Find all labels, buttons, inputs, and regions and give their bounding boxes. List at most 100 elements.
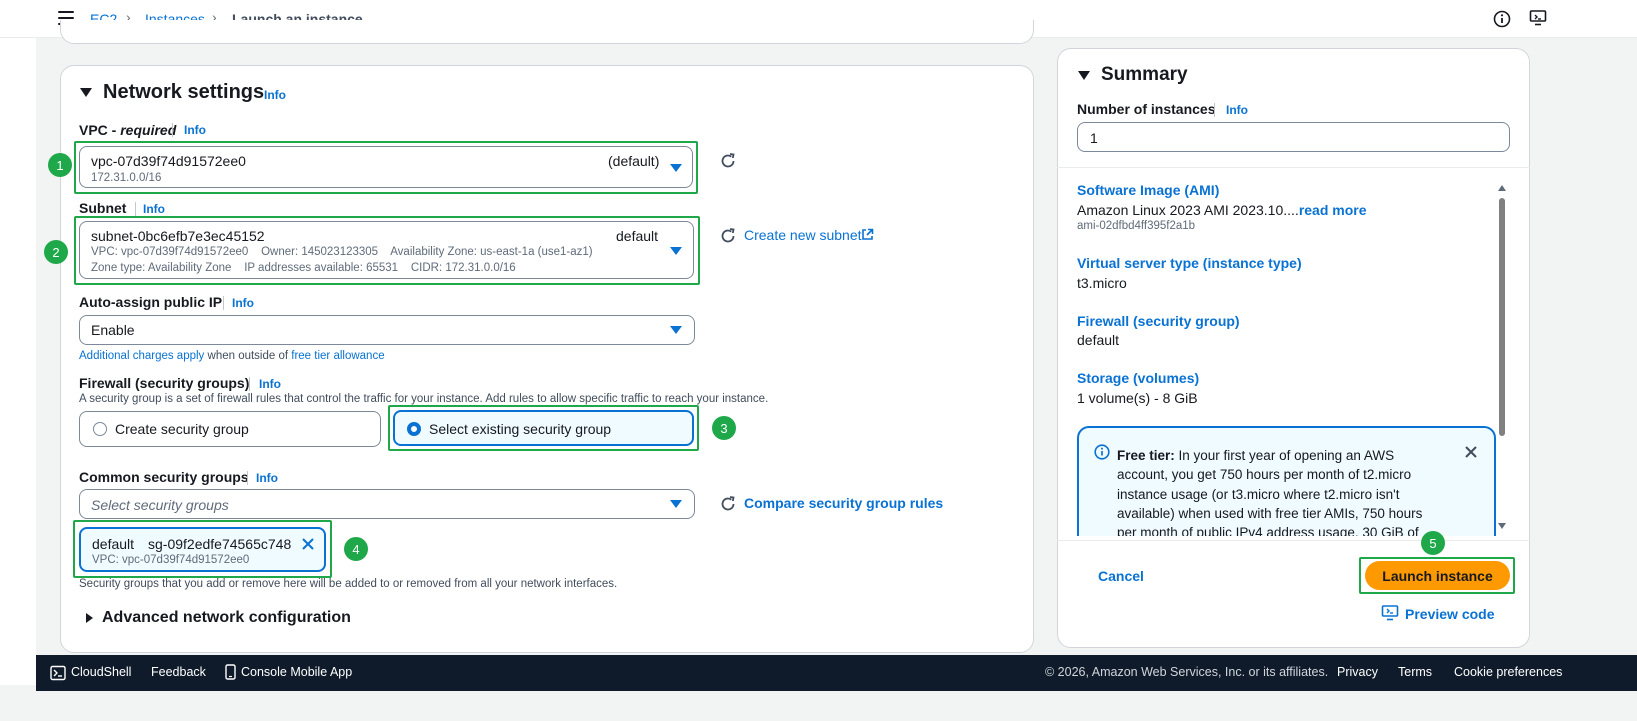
advanced-network-configuration-toggle[interactable]: Advanced network configuration	[102, 609, 351, 627]
step-badge-3: 3	[712, 416, 736, 440]
close-icon[interactable]	[1464, 445, 1478, 459]
select-existing-label: Select existing security group	[429, 421, 612, 437]
radio-button-selected[interactable]	[407, 422, 421, 436]
label-separator	[249, 377, 250, 391]
info-circle-icon[interactable]	[1493, 10, 1511, 28]
select-existing-security-group-option[interactable]: Select existing security group	[393, 410, 694, 446]
step-badge-2: 2	[44, 240, 68, 264]
subnet-value: subnet-0bc6efb7e3ec45152	[91, 228, 265, 244]
copyright-text: © 2026, Amazon Web Services, Inc. or its…	[1045, 665, 1329, 679]
create-security-group-option[interactable]: Create security group	[79, 411, 381, 447]
dropdown-arrow-icon	[670, 500, 682, 508]
security-groups-placeholder: Select security groups	[91, 497, 229, 513]
ami-label[interactable]: Software Image (AMI)	[1077, 182, 1219, 198]
token-name: default	[92, 536, 135, 552]
scroll-up-arrow-icon[interactable]	[1498, 185, 1506, 191]
common-sg-label: Common security groups	[79, 469, 249, 485]
feedback-screen-icon[interactable]	[1529, 9, 1547, 27]
scroll-down-arrow-icon[interactable]	[1498, 523, 1506, 529]
sg-help-text: Security groups that you add or remove h…	[79, 578, 618, 590]
dropdown-arrow-icon	[670, 164, 682, 172]
privacy-link[interactable]: Privacy	[1337, 665, 1378, 679]
common-sg-info-link[interactable]: Info	[256, 471, 278, 485]
compare-security-group-rules-link[interactable]: Compare security group rules	[744, 495, 943, 511]
subnet-default-tag: default	[616, 228, 659, 244]
divider	[1057, 167, 1530, 168]
label-separator	[172, 123, 173, 137]
label-separator	[247, 471, 248, 485]
subnet-info-link[interactable]: Info	[143, 202, 165, 216]
launch-instance-button[interactable]: Launch instance	[1365, 561, 1510, 590]
step-badge-4: 4	[344, 537, 368, 561]
cookie-preferences-link[interactable]: Cookie preferences	[1454, 665, 1562, 679]
firewall-label: Firewall (security groups)	[79, 375, 250, 391]
subnet-label: Subnet	[79, 200, 127, 216]
preview-code-link[interactable]: Preview code	[1405, 606, 1495, 622]
dropdown-arrow-icon	[670, 247, 682, 255]
ami-id: ami-02dfbd4ff395f2a1b	[1077, 220, 1196, 232]
side-navigation-strip	[0, 38, 36, 685]
subnet-details-line2: Zone type: Availability Zone IP addresse…	[91, 262, 516, 274]
vpc-select[interactable]: vpc-07d39f74d91572ee0 (default) 172.31.0…	[79, 146, 693, 188]
mobile-phone-icon[interactable]	[225, 664, 237, 681]
close-icon[interactable]	[301, 537, 315, 551]
collapse-caret-icon[interactable]	[1078, 71, 1090, 80]
create-security-group-label: Create security group	[115, 421, 249, 437]
subnet-details-line1: VPC: vpc-07d39f74d91572ee0 Owner: 145023…	[91, 246, 593, 258]
cancel-button[interactable]: Cancel	[1098, 568, 1144, 584]
public-ip-select[interactable]: Enable	[79, 315, 695, 345]
read-more-link[interactable]: read more	[1299, 202, 1367, 218]
info-circle-icon	[1094, 444, 1110, 460]
network-info-link[interactable]: Info	[264, 88, 286, 102]
instance-type-label[interactable]: Virtual server type (instance type)	[1077, 255, 1302, 271]
cloudshell-icon[interactable]	[50, 665, 66, 681]
subnet-select[interactable]: subnet-0bc6efb7e3ec45152 default VPC: vp…	[79, 221, 694, 279]
network-settings-title: Network settings	[103, 81, 265, 103]
previous-section-panel	[60, 20, 1034, 44]
refresh-icon[interactable]	[719, 152, 737, 170]
token-id: sg-09f2edfe74565c748	[148, 536, 292, 552]
feedback-link[interactable]: Feedback	[151, 665, 206, 679]
charges-note: Additional charges apply when outside of…	[79, 350, 385, 362]
refresh-icon[interactable]	[719, 495, 737, 513]
label-separator	[223, 296, 224, 310]
additional-charges-link[interactable]: Additional charges apply	[79, 350, 204, 362]
firewall-summary-label[interactable]: Firewall (security group)	[1077, 313, 1240, 329]
summary-info-link[interactable]: Info	[1226, 103, 1248, 117]
vpc-value: vpc-07d39f74d91572ee0	[91, 153, 246, 169]
token-vpc: VPC: vpc-07d39f74d91572ee0	[92, 554, 250, 566]
expand-caret-icon[interactable]	[86, 613, 93, 623]
vpc-info-link[interactable]: Info	[184, 123, 206, 137]
radio-button[interactable]	[93, 422, 107, 436]
preview-code-icon	[1381, 605, 1399, 621]
console-mobile-app-link[interactable]: Console Mobile App	[241, 665, 352, 679]
ami-value: Amazon Linux 2023 AMI 2023.10....read mo…	[1077, 202, 1367, 218]
refresh-icon[interactable]	[719, 227, 737, 245]
public-ip-value: Enable	[91, 322, 135, 338]
vpc-cidr: 172.31.0.0/16	[91, 172, 162, 184]
free-tier-alert: Free tier: In your first year of opening…	[1077, 426, 1496, 536]
free-tier-link[interactable]: free tier allowance	[291, 350, 384, 362]
instance-type-value: t3.micro	[1077, 275, 1127, 291]
step-badge-5: 5	[1421, 531, 1445, 555]
number-of-instances-value: 1	[1090, 130, 1098, 146]
number-of-instances-input[interactable]: 1	[1077, 122, 1510, 152]
label-separator	[135, 202, 136, 216]
firewall-info-link[interactable]: Info	[259, 377, 281, 391]
security-group-token: default sg-09f2edfe74565c748 VPC: vpc-07…	[79, 527, 326, 572]
storage-value: 1 volume(s) - 8 GiB	[1077, 390, 1198, 406]
public-ip-info-link[interactable]: Info	[232, 296, 254, 310]
divider	[1057, 540, 1530, 541]
collapse-caret-icon[interactable]	[80, 88, 92, 97]
create-new-subnet-link[interactable]: Create new subnet	[744, 227, 862, 243]
free-tier-alert-clip: Free tier: In your first year of opening…	[1077, 426, 1497, 536]
summary-scrollbar[interactable]	[1497, 185, 1507, 531]
free-tier-alert-text: Free tier: In your first year of opening…	[1117, 448, 1423, 536]
security-groups-select[interactable]: Select security groups	[79, 489, 695, 519]
storage-label[interactable]: Storage (volumes)	[1077, 370, 1199, 386]
public-ip-label: Auto-assign public IP	[79, 294, 223, 310]
scrollbar-thumb[interactable]	[1499, 198, 1505, 436]
firewall-summary-value: default	[1077, 332, 1120, 348]
terms-link[interactable]: Terms	[1398, 665, 1432, 679]
cloudshell-link[interactable]: CloudShell	[71, 665, 131, 679]
